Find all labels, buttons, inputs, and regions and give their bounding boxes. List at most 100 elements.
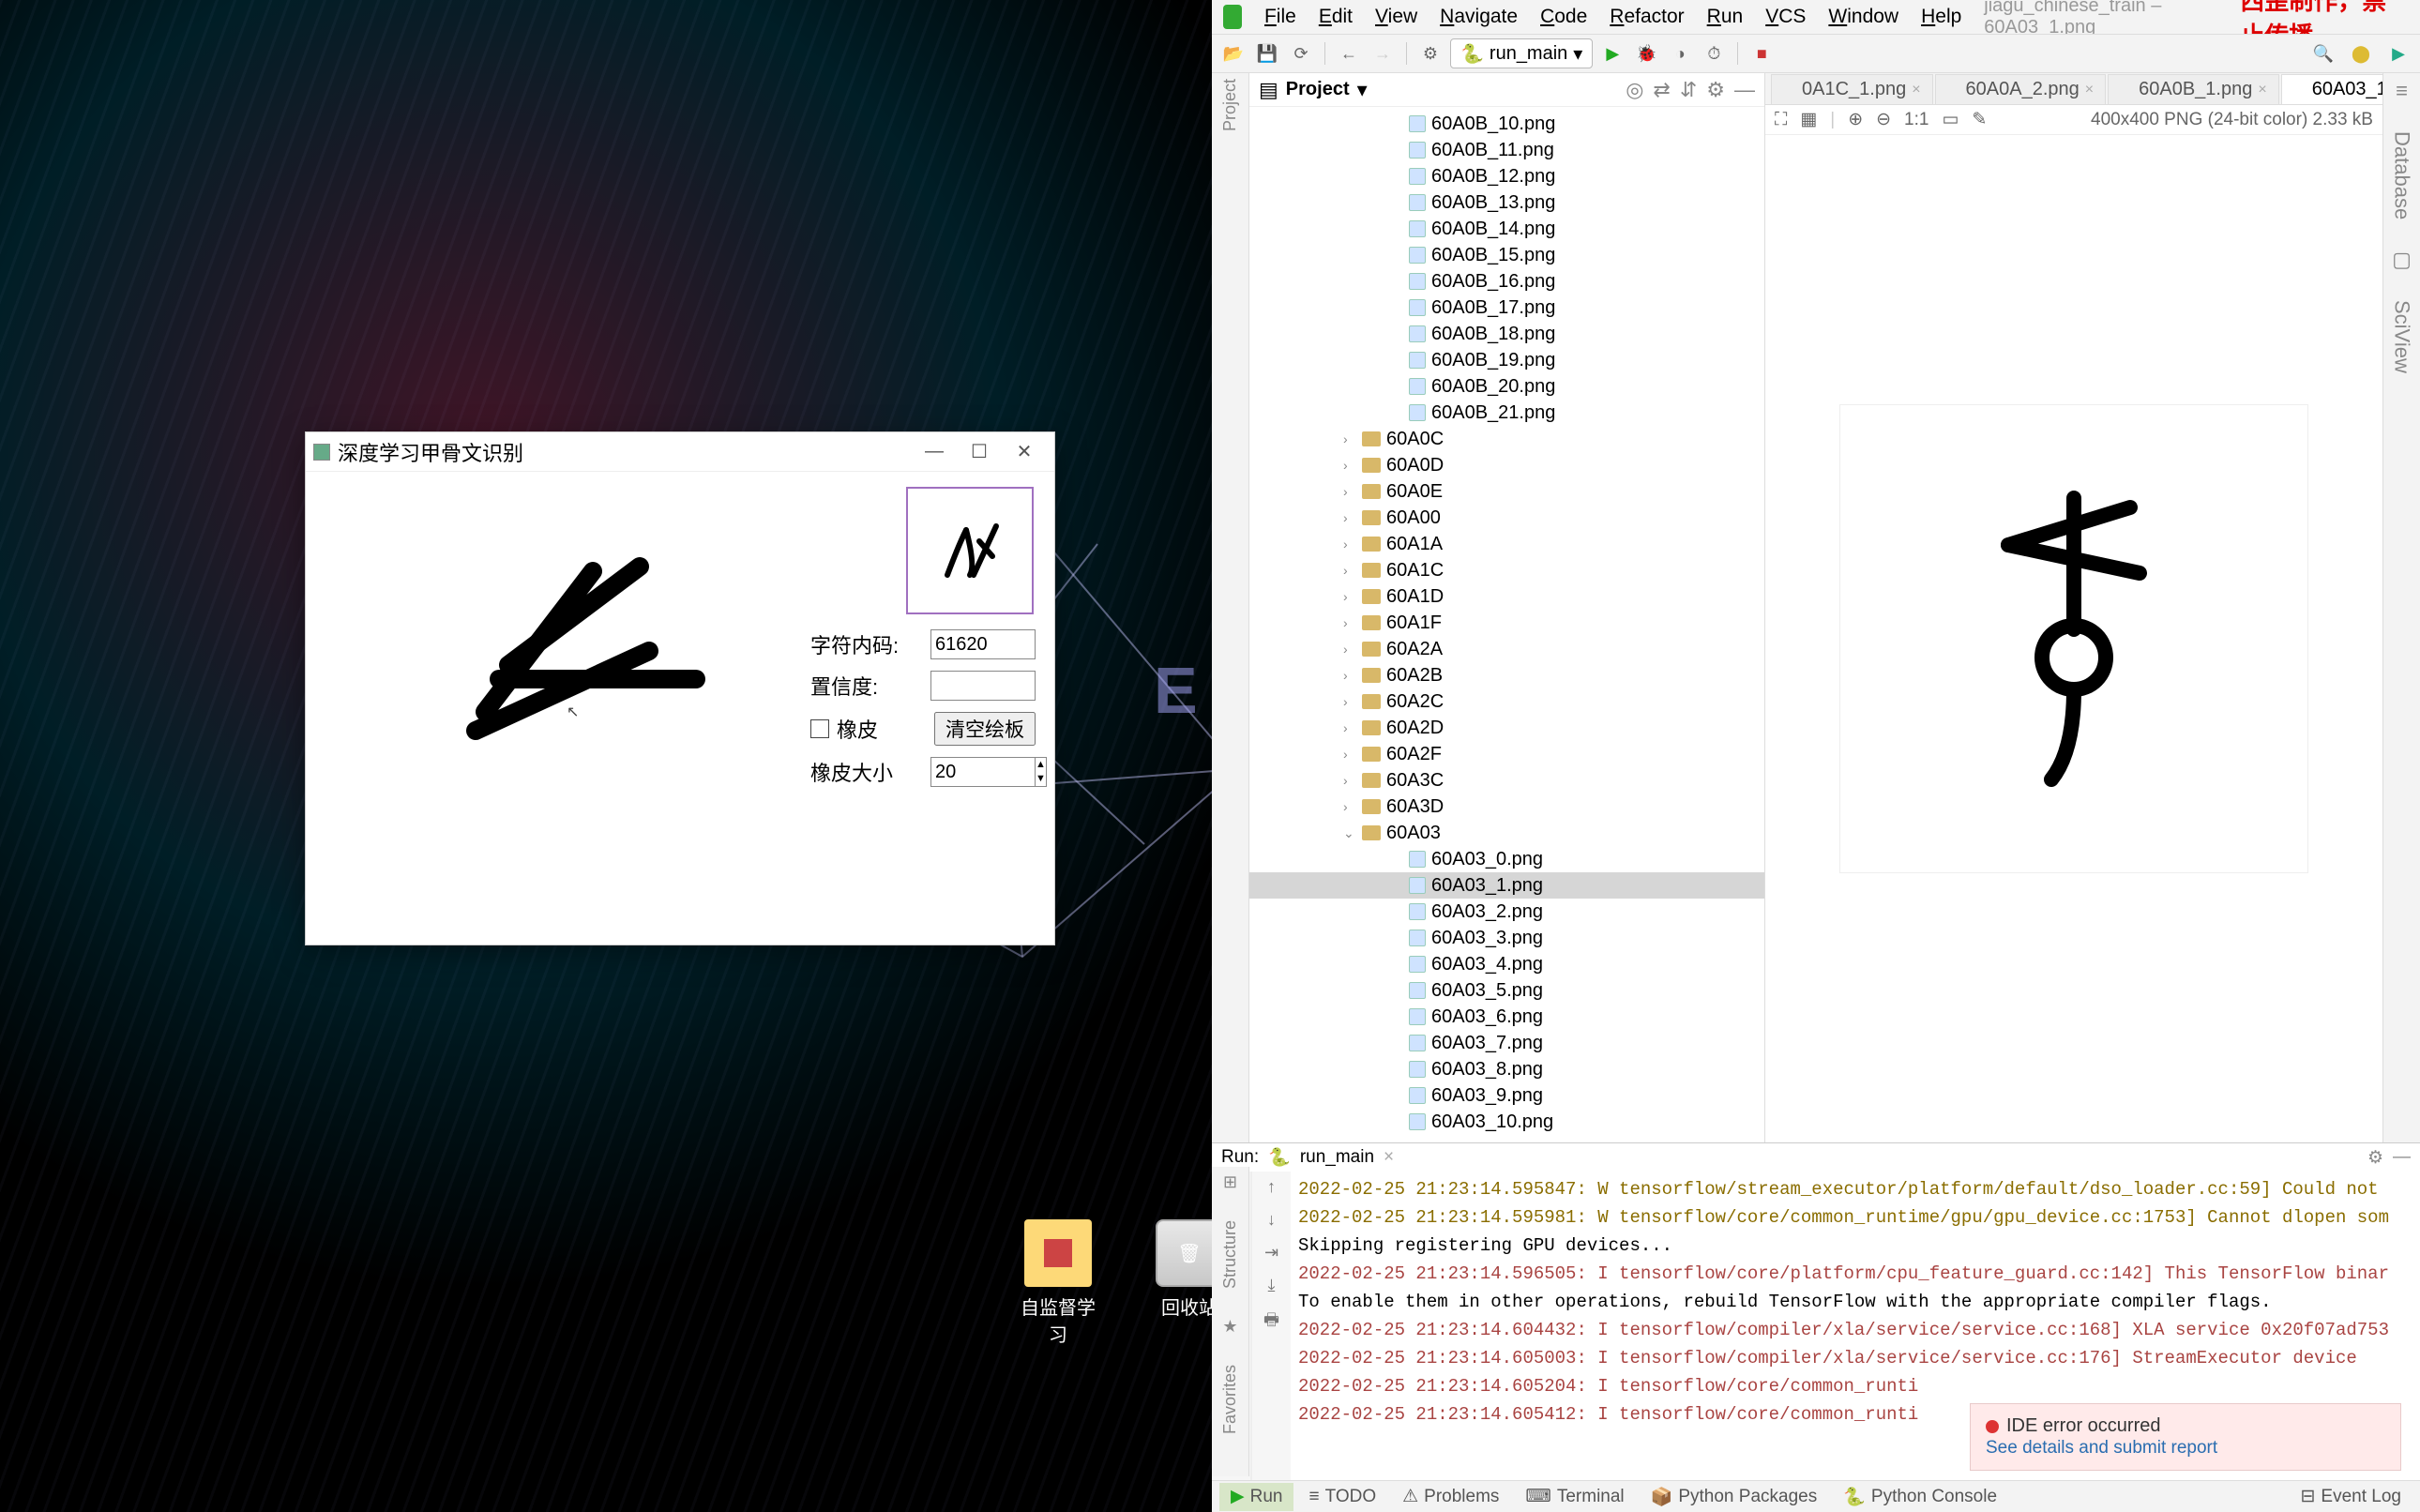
tree-folder[interactable]: ›60A2D — [1249, 715, 1764, 741]
tree-file[interactable]: 60A0B_17.png — [1249, 295, 1764, 321]
ide-help-icon[interactable]: ▶ — [2384, 39, 2412, 68]
menu-help[interactable]: Help — [1921, 6, 1961, 28]
hide-icon[interactable]: — — [1734, 78, 1755, 102]
tree-folder[interactable]: ›60A2A — [1249, 636, 1764, 662]
color-picker-icon[interactable]: ✎ — [1972, 109, 1987, 130]
tree-file[interactable]: 60A0B_20.png — [1249, 373, 1764, 400]
tree-file[interactable]: 60A0B_10.png — [1249, 111, 1764, 137]
tree-folder[interactable]: ›60A3C — [1249, 767, 1764, 794]
run-config-combo[interactable]: 🐍run_main▾ — [1450, 38, 1593, 68]
tree-folder[interactable]: ›60A3D — [1249, 794, 1764, 820]
locate-icon[interactable]: ◎ — [1626, 78, 1643, 102]
back-icon[interactable]: ← — [1335, 39, 1363, 68]
forward-icon[interactable]: → — [1369, 39, 1397, 68]
save-icon[interactable]: 💾 — [1253, 39, 1281, 68]
ide-update-icon[interactable]: ⬤ — [2347, 39, 2375, 68]
expand-icon[interactable]: ⇄ — [1653, 78, 1670, 102]
tree-file[interactable]: 60A0B_14.png — [1249, 216, 1764, 242]
eraser-size-input[interactable] — [930, 757, 1036, 787]
tab-database[interactable]: Database — [2390, 131, 2414, 219]
open-icon[interactable]: 📂 — [1219, 39, 1248, 68]
sb-problems[interactable]: ⚠Problems — [1391, 1483, 1510, 1511]
maximize-button[interactable]: ☐ — [957, 440, 1002, 463]
tree-file[interactable]: 60A0B_21.png — [1249, 400, 1764, 426]
sciview-icon[interactable]: ▢ — [2392, 248, 2412, 272]
spin-down-button[interactable]: ▼ — [1036, 772, 1046, 786]
tree-folder[interactable]: ›60A1C — [1249, 557, 1764, 583]
tree-file[interactable]: 60A03_8.png — [1249, 1056, 1764, 1082]
menu-code[interactable]: Code — [1540, 6, 1587, 28]
scroll-icon[interactable]: ⤓ — [1268, 1276, 1276, 1295]
menu-navigate[interactable]: Navigate — [1440, 6, 1518, 28]
menu-edit[interactable]: Edit — [1319, 6, 1353, 28]
desktop-icon-folder[interactable]: 自监督学习 — [1021, 1219, 1096, 1347]
tree-file[interactable]: 60A03_1.png — [1249, 872, 1764, 899]
tab-sciview[interactable]: SciView — [2390, 300, 2414, 373]
refresh-icon[interactable]: ⟳ — [1287, 39, 1315, 68]
close-button[interactable]: ✕ — [1002, 440, 1047, 463]
clear-canvas-button[interactable]: 清空绘板 — [934, 712, 1036, 746]
sb-todo[interactable]: ≡TODO — [1297, 1483, 1387, 1511]
tree-folder[interactable]: ›60A0D — [1249, 452, 1764, 478]
drawing-canvas[interactable]: ↖ — [321, 487, 767, 933]
tree-file[interactable]: 60A03_2.png — [1249, 899, 1764, 925]
tree-file[interactable]: 60A03_4.png — [1249, 951, 1764, 977]
editor-tab[interactable]: 60A0A_2.png× — [1935, 74, 2107, 104]
tree-folder[interactable]: ›60A0E — [1249, 478, 1764, 505]
zoom-out-icon[interactable]: ⊖ — [1876, 109, 1891, 130]
run-icon[interactable]: ▶ — [1598, 39, 1626, 68]
coverage-icon[interactable]: ◑ — [1666, 39, 1694, 68]
structure-icon[interactable]: ⊞ — [1223, 1172, 1237, 1192]
error-popup[interactable]: IDE error occurred See details and submi… — [1970, 1403, 2401, 1471]
menu-vcs[interactable]: VCS — [1765, 6, 1806, 28]
tree-folder[interactable]: ›60A2B — [1249, 662, 1764, 688]
minimize-button[interactable]: — — [912, 441, 957, 462]
tree-folder[interactable]: ›60A00 — [1249, 505, 1764, 531]
eraser-checkbox[interactable] — [810, 719, 829, 738]
tree-file[interactable]: 60A03_5.png — [1249, 977, 1764, 1004]
project-combo-icon[interactable]: ▤ — [1259, 78, 1278, 102]
tab-project[interactable]: Project — [1220, 79, 1240, 131]
up-icon[interactable]: ↑ — [1267, 1177, 1276, 1197]
tree-folder[interactable]: ›60A1F — [1249, 610, 1764, 636]
tab-structure[interactable]: Structure — [1220, 1220, 1240, 1289]
tree-file[interactable]: 60A03_3.png — [1249, 925, 1764, 951]
tree-file[interactable]: 60A0B_19.png — [1249, 347, 1764, 373]
menu-window[interactable]: Window — [1828, 6, 1898, 28]
spin-up-button[interactable]: ▲ — [1036, 758, 1046, 772]
favorites-icon[interactable]: ★ — [1222, 1317, 1237, 1337]
db-icon[interactable]: ≡ — [2396, 79, 2408, 103]
menu-view[interactable]: View — [1375, 6, 1417, 28]
confidence-input[interactable] — [930, 671, 1036, 701]
tree-file[interactable]: 60A0B_11.png — [1249, 137, 1764, 163]
editor-tab[interactable]: 0A1C_1.png× — [1771, 74, 1933, 104]
sb-terminal[interactable]: ⌨Terminal — [1514, 1483, 1635, 1511]
menu-file[interactable]: File — [1264, 6, 1296, 28]
tree-folder[interactable]: ›60A2C — [1249, 688, 1764, 715]
editor-tab[interactable]: 60A0B_1.png× — [2108, 74, 2279, 104]
tree-folder[interactable]: ›60A2F — [1249, 741, 1764, 767]
tree-file[interactable]: 60A03_10.png — [1249, 1109, 1764, 1135]
sb-eventlog[interactable]: ⊟Event Log — [2290, 1483, 2413, 1511]
zoom-reset-icon[interactable]: ▭ — [1942, 109, 1959, 130]
down-icon[interactable]: ↓ — [1267, 1210, 1276, 1230]
run-tab[interactable]: run_main — [1300, 1147, 1374, 1168]
tree-folder[interactable]: ›60A0C — [1249, 426, 1764, 452]
add-config-icon[interactable]: ⚙ — [1416, 39, 1444, 68]
hide-run-icon[interactable]: — — [2393, 1147, 2411, 1169]
tree-file[interactable]: 60A03_9.png — [1249, 1082, 1764, 1109]
tree-folder[interactable]: ›60A1D — [1249, 583, 1764, 610]
tab-favorites[interactable]: Favorites — [1220, 1365, 1240, 1434]
wrap-icon[interactable]: ⇥ — [1264, 1243, 1278, 1263]
tree-file[interactable]: 60A0B_15.png — [1249, 242, 1764, 268]
sb-run[interactable]: ▶Run — [1219, 1483, 1293, 1511]
tree-file[interactable]: 60A03_0.png — [1249, 846, 1764, 872]
tree-file[interactable]: 60A0B_12.png — [1249, 163, 1764, 189]
tree-file[interactable]: 60A0B_16.png — [1249, 268, 1764, 295]
project-tree[interactable]: 60A0B_10.png60A0B_11.png60A0B_12.png 60A0… — [1249, 107, 1764, 1142]
profile-icon[interactable]: ⏱ — [1700, 39, 1728, 68]
sb-pypkg[interactable]: 📦Python Packages — [1640, 1483, 1829, 1511]
gear-icon[interactable]: ⚙ — [2367, 1147, 2383, 1169]
stop-icon[interactable]: ■ — [1747, 39, 1776, 68]
menu-refactor[interactable]: Refactor — [1610, 6, 1684, 28]
